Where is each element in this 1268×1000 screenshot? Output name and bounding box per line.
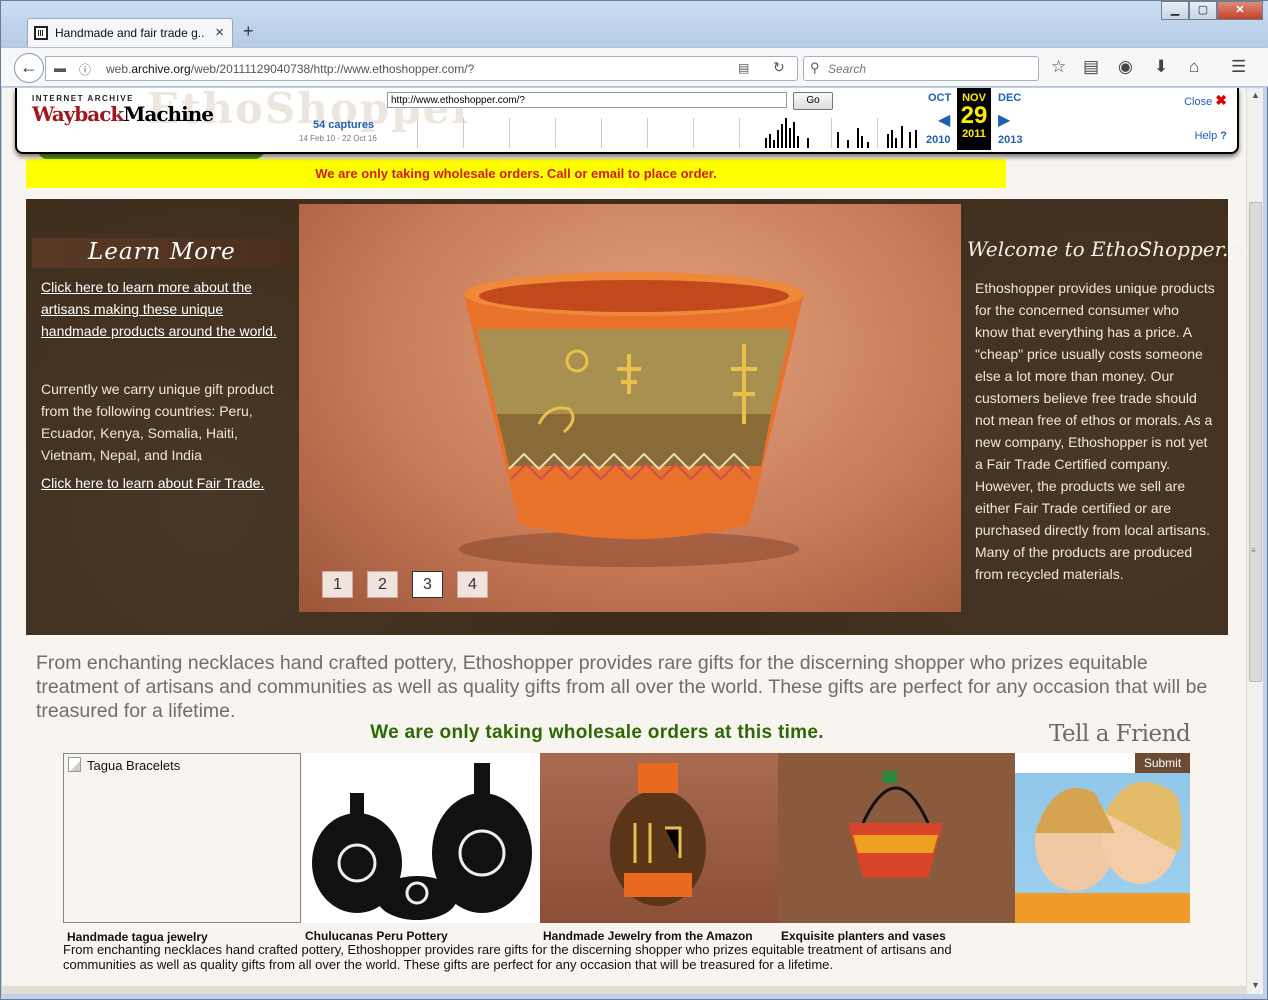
- title-bar: Handmade and fair trade g... × + ▁ ▢ ✕: [1, 1, 1268, 47]
- downloads-icon[interactable]: ⬇: [1154, 57, 1168, 77]
- search-box[interactable]: ⚲: [803, 56, 1039, 81]
- next-year-link[interactable]: 2013: [998, 134, 1022, 146]
- product-tile-pottery[interactable]: Chulucanas Peru Pottery: [302, 753, 540, 943]
- home-icon[interactable]: ⌂: [1189, 57, 1199, 77]
- learn-artisans-link[interactable]: Click here to learn more about the artis…: [41, 276, 281, 342]
- page-viewport: EthoShopper INTERNET ARCHIVE WaybackMach…: [2, 88, 1246, 994]
- browser-tab[interactable]: Handmade and fair trade g... ×: [27, 18, 233, 47]
- product-caption[interactable]: Exquisite planters and vases: [781, 929, 946, 943]
- minimize-button[interactable]: ▁: [1161, 1, 1189, 20]
- product-caption[interactable]: Chulucanas Peru Pottery: [305, 929, 448, 943]
- reader-view-icon[interactable]: ▤: [738, 61, 749, 75]
- product-row: Tagua Bracelets Handmade tagua jewelry C…: [63, 753, 1016, 944]
- calendar-nav: OCT ◀ 2010 NOV 29 2011 DEC ▶ 2013: [924, 88, 1046, 150]
- slide-page-button[interactable]: 3: [412, 571, 443, 598]
- address-bar[interactable]: ▬ ⓘ web.archive.org/web/20111129040738/h…: [45, 56, 798, 81]
- bag-image: [848, 771, 943, 878]
- painted-vase-image: [610, 763, 706, 906]
- page-bottom-strip: [2, 986, 1246, 994]
- next-capture-arrow-icon[interactable]: ▶: [998, 110, 1010, 130]
- bookmark-star-icon[interactable]: ☆: [1051, 57, 1066, 77]
- slide-page-button[interactable]: 4: [457, 571, 488, 598]
- slide-page-button[interactable]: 1: [322, 571, 353, 598]
- tell-a-friend-widget: Submit: [1015, 753, 1190, 923]
- capture-range: 14 Feb 10 - 22 Oct 16: [299, 134, 377, 143]
- wayback-logo[interactable]: INTERNET ARCHIVE WaybackMachine: [32, 94, 214, 140]
- fair-trade-link[interactable]: Click here to learn about Fair Trade.: [41, 472, 281, 494]
- prev-capture-arrow-icon[interactable]: ◀: [938, 110, 950, 130]
- captures-link[interactable]: 54 captures: [313, 119, 374, 131]
- url-text: web.archive.org/web/20111129040738/http:…: [106, 62, 475, 76]
- product-tile-planters[interactable]: Exquisite planters and vases: [778, 753, 1016, 943]
- back-button[interactable]: ←: [14, 53, 44, 83]
- close-window-button[interactable]: ✕: [1217, 1, 1263, 20]
- slide-page-button[interactable]: 2: [367, 571, 398, 598]
- vertical-scrollbar[interactable]: ▲ ≡ ▼: [1246, 88, 1263, 994]
- prev-month-link[interactable]: OCT: [928, 92, 951, 104]
- friend-email-input[interactable]: [1015, 753, 1135, 773]
- wholesale-notice-banner: We are only taking wholesale orders. Cal…: [26, 159, 1006, 188]
- countries-text: Currently we carry unique gift product f…: [41, 381, 274, 463]
- history-icon[interactable]: ▬: [54, 61, 66, 75]
- slideshow-image[interactable]: 1234: [299, 204, 961, 612]
- tab-close-icon[interactable]: ×: [215, 24, 224, 41]
- scroll-grip-icon: ≡: [1251, 546, 1256, 555]
- tell-a-friend-heading: Tell a Friend: [1049, 721, 1191, 747]
- smiling-women-image: [1015, 781, 1190, 923]
- welcome-heading: Welcome to EthoShopper.com: [967, 237, 1246, 261]
- wayback-go-button[interactable]: Go: [793, 92, 833, 110]
- scroll-down-icon[interactable]: ▼: [1251, 980, 1260, 990]
- product-tile-amazon-jewelry[interactable]: Handmade Jewelry from the Amazon: [540, 753, 778, 943]
- pocket-icon[interactable]: ◉: [1118, 57, 1133, 77]
- search-icon: ⚲: [810, 60, 820, 75]
- slideshow-pager: 1234: [322, 571, 488, 598]
- browser-window: Handmade and fair trade g... × + ▁ ▢ ✕ ←…: [0, 0, 1268, 1000]
- capture-timeline-graph[interactable]: [417, 112, 922, 148]
- intro-paragraph: From enchanting necklaces hand crafted p…: [36, 652, 1208, 722]
- window-controls: ▁ ▢ ✕: [1161, 1, 1263, 20]
- wayback-url-input[interactable]: [387, 92, 787, 108]
- maximize-button[interactable]: ▢: [1189, 1, 1217, 20]
- black-vases-image: [312, 763, 532, 920]
- current-capture-date: NOV 29 2011: [957, 88, 991, 150]
- submit-button[interactable]: Submit: [1135, 753, 1190, 773]
- bookmarks-list-icon[interactable]: ▤: [1083, 57, 1099, 77]
- welcome-text: Ethoshopper provides unique products for…: [975, 280, 1215, 582]
- product-caption[interactable]: Handmade Jewelry from the Amazon: [543, 929, 753, 943]
- wayback-help-link[interactable]: Help ?: [1195, 130, 1227, 142]
- nav-toolbar: ← ▬ ⓘ web.archive.org/web/20111129040738…: [1, 47, 1268, 87]
- scroll-up-icon[interactable]: ▲: [1251, 90, 1260, 100]
- wayback-close-link[interactable]: Close ✖: [1184, 92, 1227, 109]
- archive-favicon-icon: [34, 26, 48, 40]
- pottery-planter-image: [459, 272, 804, 567]
- tab-title: Handmade and fair trade g...: [55, 26, 205, 40]
- menu-icon[interactable]: ☰: [1231, 57, 1246, 77]
- search-input[interactable]: [828, 60, 1028, 77]
- learn-more-heading: Learn More: [32, 238, 294, 268]
- new-tab-icon[interactable]: +: [243, 21, 254, 42]
- scroll-thumb[interactable]: [1249, 202, 1262, 682]
- broken-image-alt: Tagua Bracelets: [68, 757, 180, 773]
- wholesale-notice-heading: We are only taking wholesale orders at t…: [370, 722, 824, 743]
- info-icon[interactable]: ⓘ: [79, 61, 91, 78]
- footer-description: From enchanting necklaces hand crafted p…: [63, 942, 952, 972]
- product-tile-tagua[interactable]: Tagua Bracelets Handmade tagua jewelry: [63, 753, 301, 944]
- reload-icon[interactable]: ↻: [773, 59, 785, 76]
- prev-year-link[interactable]: 2010: [926, 134, 950, 146]
- hero-section: Learn More Click here to learn more abou…: [26, 199, 1246, 635]
- wayback-toolbar: EthoShopper INTERNET ARCHIVE WaybackMach…: [15, 88, 1239, 154]
- next-month-link[interactable]: DEC: [998, 92, 1021, 104]
